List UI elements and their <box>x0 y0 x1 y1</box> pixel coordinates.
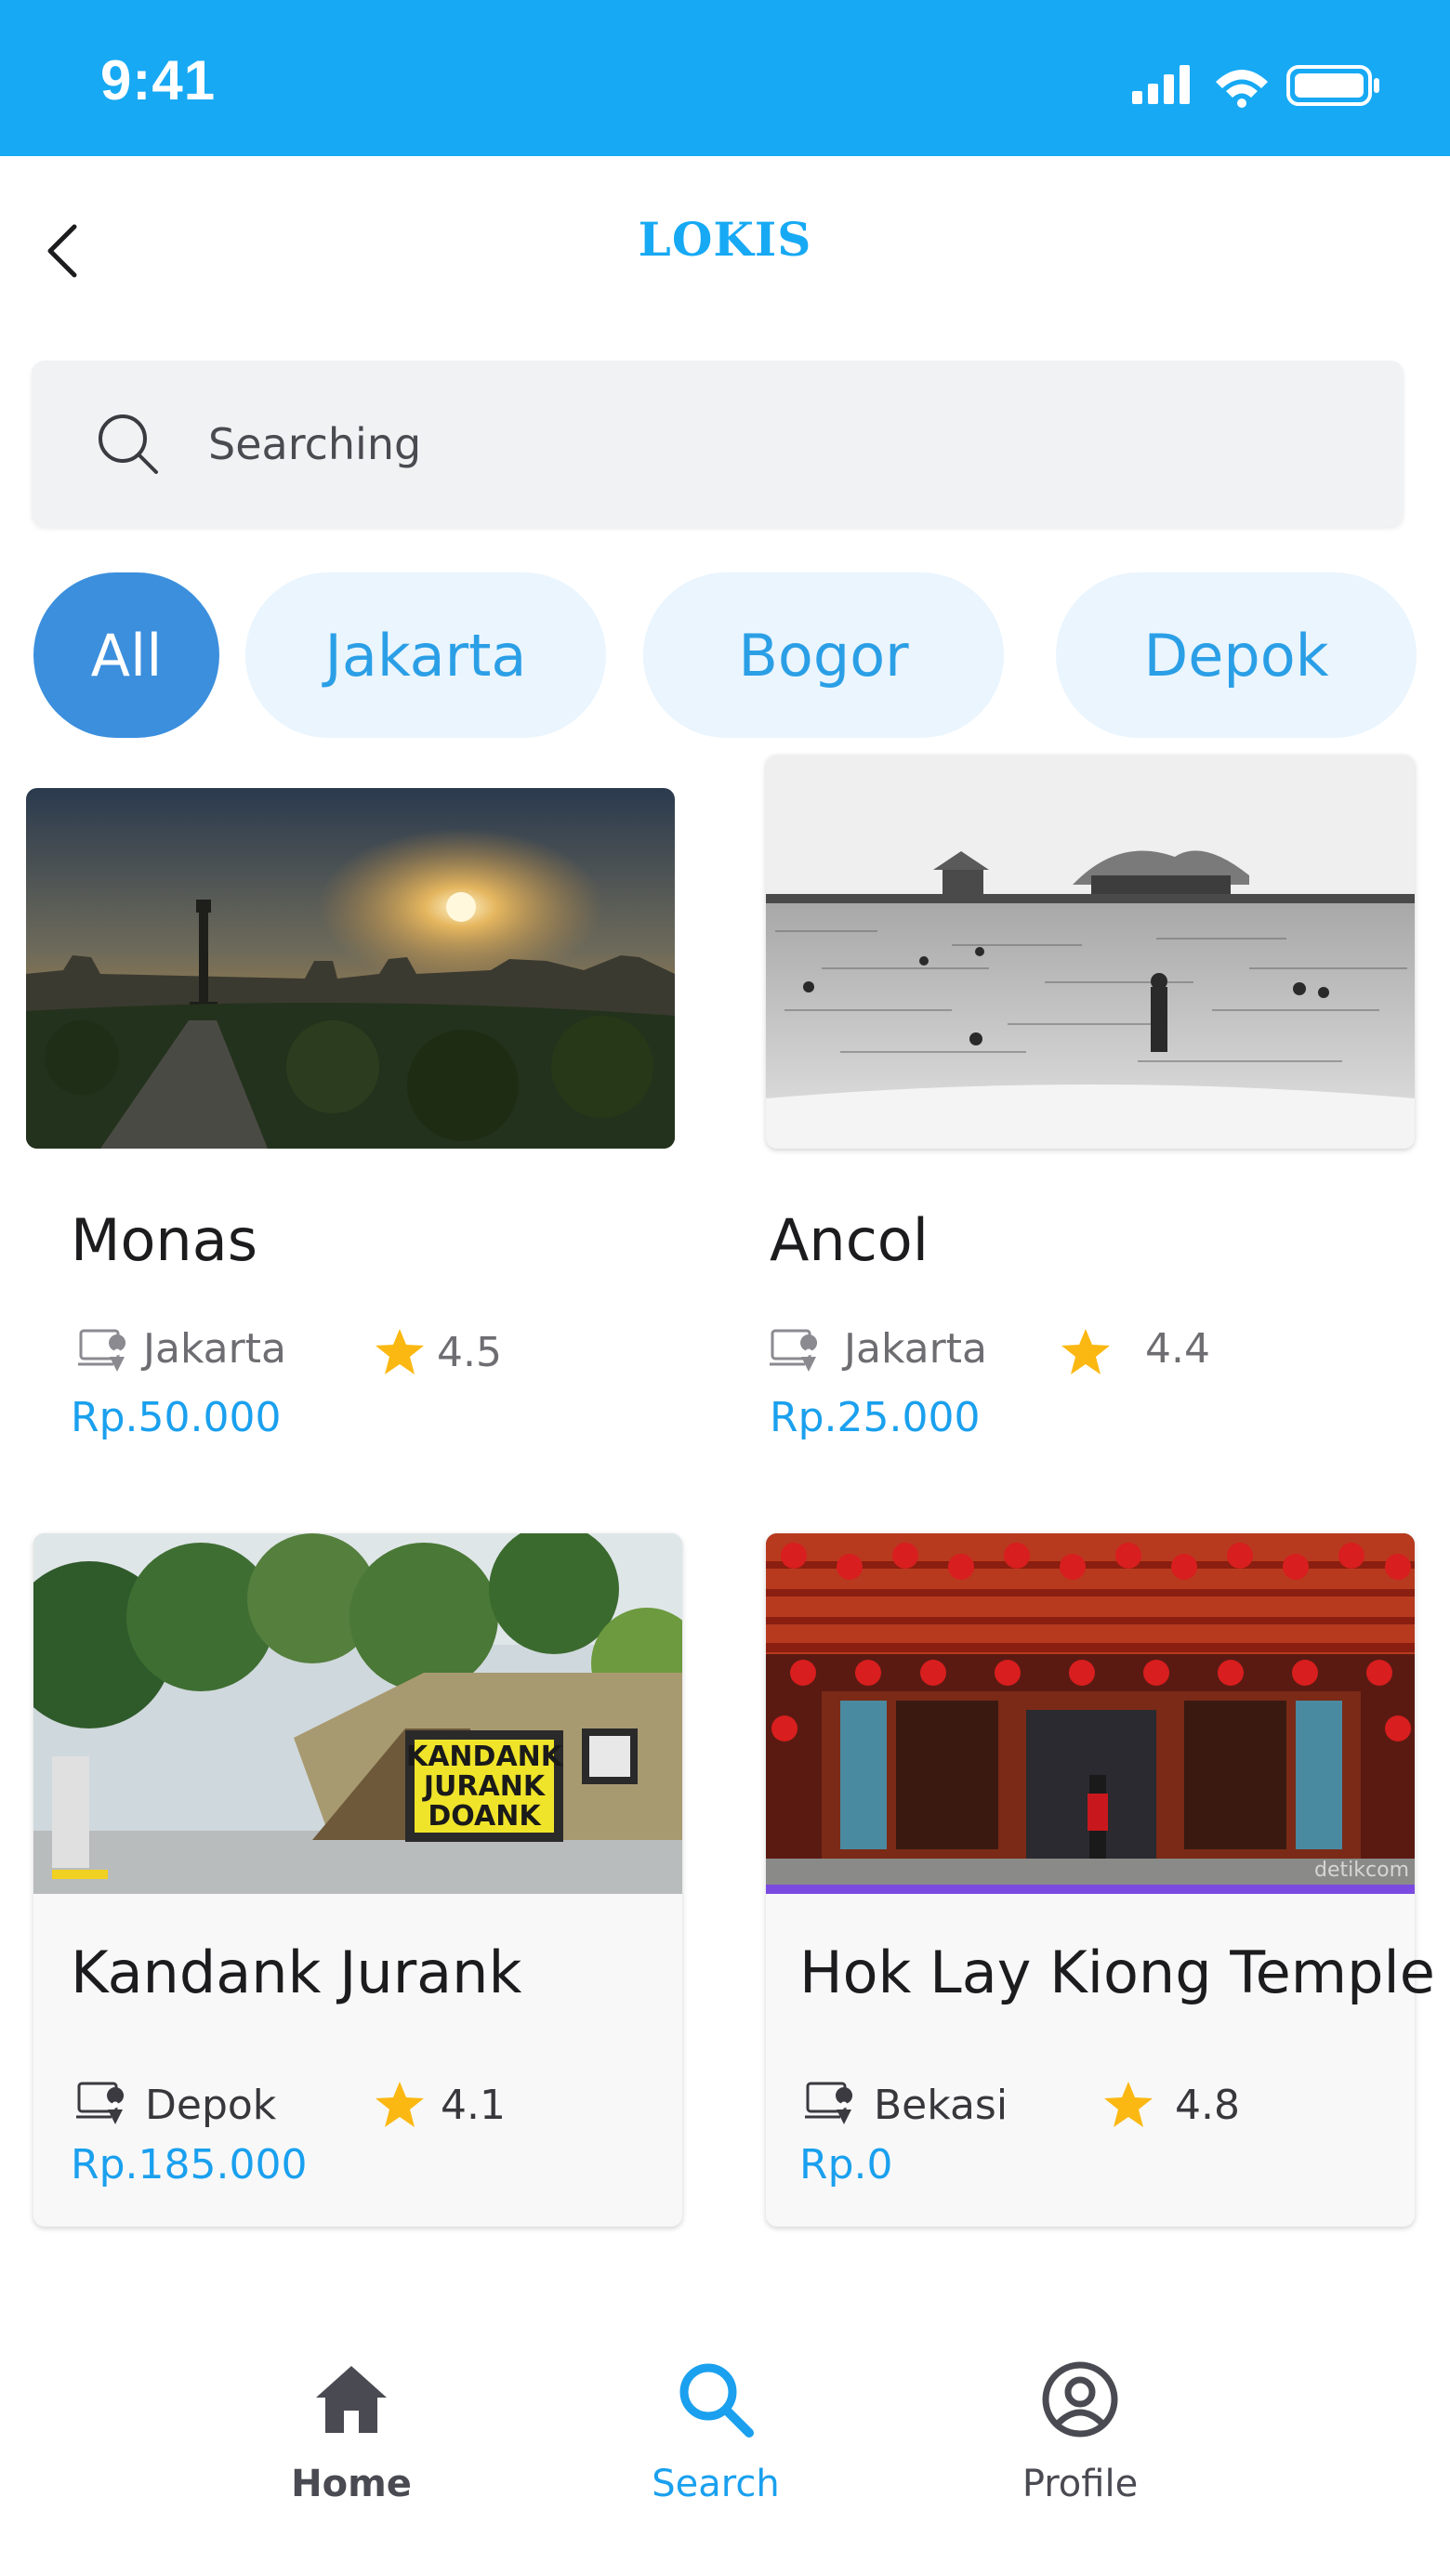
map-location-icon <box>805 2082 853 2124</box>
status-time: 9:41 <box>100 49 217 112</box>
place-location: Depok <box>145 2082 277 2129</box>
profile-icon <box>1042 2361 1118 2438</box>
nav-profile-label: Profile <box>1022 2463 1139 2505</box>
place-card[interactable]: Ancol Jakarta 4.4 Rp.25.000 <box>766 755 1415 1457</box>
filter-chip-all[interactable]: All <box>33 572 219 738</box>
status-bar: 9:41 <box>0 0 1450 156</box>
bottom-navigation: Home Search Profile <box>0 2323 1450 2576</box>
filter-chip-jakarta[interactable]: Jakarta <box>245 572 606 738</box>
sign-text-line-2: JURANK <box>423 1770 546 1803</box>
signal-wifi-battery-icon <box>1132 65 1379 108</box>
place-price: Rp.185.000 <box>71 2141 308 2188</box>
nav-home-label: Home <box>291 2463 412 2505</box>
search-input[interactable] <box>208 400 1324 489</box>
star-icon <box>376 2082 424 2127</box>
status-icons <box>1132 61 1383 108</box>
star-icon <box>376 1329 424 1374</box>
nav-profile[interactable]: Profile <box>959 2360 1201 2546</box>
nav-search-label: Search <box>652 2463 780 2505</box>
place-location: Jakarta <box>143 1325 286 1373</box>
filter-chip-depok[interactable]: Depok <box>1056 572 1417 738</box>
monas-photo <box>26 788 675 1149</box>
place-card[interactable]: Monas Jakarta 4.5 Rp.50.000 <box>26 788 675 1457</box>
ancol-photo <box>766 755 1415 1149</box>
filter-chip-bogor[interactable]: Bogor <box>643 572 1004 738</box>
place-card[interactable]: detikcom Hok Lay Kiong Temple Bekasi 4.8… <box>766 1533 1435 2227</box>
place-price: Rp.0 <box>799 2141 893 2188</box>
kandank-jurank-photo: KANDANK JURANK DOANK <box>33 1533 682 1894</box>
app-title: LOKIS <box>638 212 812 267</box>
star-icon <box>1061 1329 1110 1374</box>
place-card[interactable]: KANDANK JURANK DOANK Kandank Jurank Depo… <box>33 1533 682 2227</box>
place-name: Kandank Jurank <box>71 1939 522 2006</box>
nav-home[interactable]: Home <box>231 2360 472 2546</box>
place-rating: 4.8 <box>1175 2082 1240 2129</box>
place-rating: 4.1 <box>441 2082 506 2129</box>
place-location: Jakarta <box>844 1325 987 1373</box>
kandank-jurank-sign: KANDANK JURANK DOANK <box>405 1736 563 1838</box>
search-bar[interactable] <box>32 361 1404 526</box>
map-location-icon <box>770 1329 818 1372</box>
temple-photo: detikcom <box>766 1533 1415 1894</box>
image-watermark: detikcom <box>1314 1859 1409 1882</box>
home-icon <box>316 2366 387 2433</box>
map-location-icon <box>78 1329 126 1372</box>
place-rating: 4.4 <box>1145 1325 1210 1373</box>
place-name: Hok Lay Kiong Temple <box>799 1939 1435 2006</box>
map-location-icon <box>76 2082 125 2124</box>
place-name: Monas <box>71 1206 258 1274</box>
place-price: Rp.50.000 <box>71 1394 282 1441</box>
place-price: Rp.25.000 <box>770 1394 981 1441</box>
sign-text-line-1: KANDANK <box>405 1741 563 1773</box>
sign-text-line-3: DOANK <box>428 1800 541 1833</box>
star-icon <box>1104 2082 1153 2127</box>
place-location: Bekasi <box>874 2082 1008 2129</box>
nav-search[interactable]: Search <box>595 2360 837 2546</box>
search-icon <box>679 2363 754 2438</box>
place-name: Ancol <box>770 1206 929 1274</box>
place-rating: 4.5 <box>437 1329 502 1376</box>
search-icon <box>99 414 158 474</box>
app-header: LOKIS <box>0 156 1450 333</box>
